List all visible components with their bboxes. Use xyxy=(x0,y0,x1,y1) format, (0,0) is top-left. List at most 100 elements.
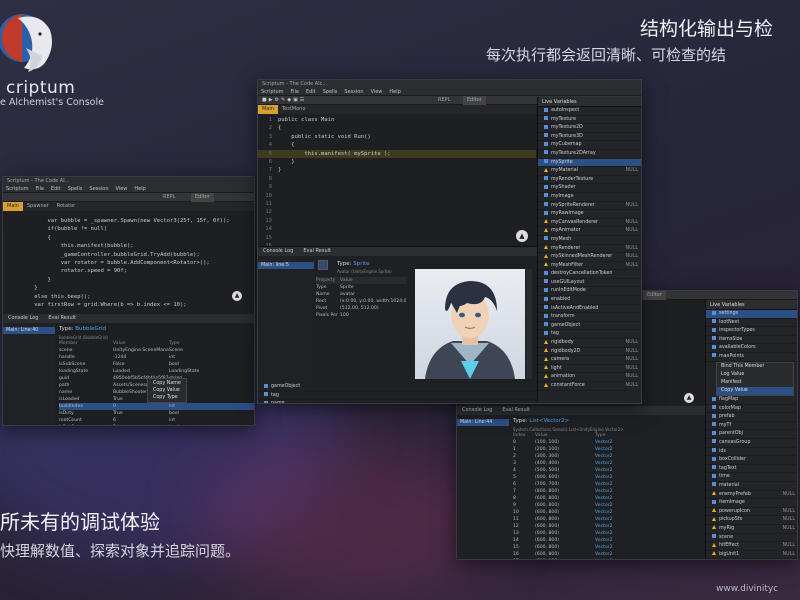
live-variable-item[interactable]: myMaterial NULL xyxy=(538,167,641,176)
live-variable-item[interactable]: autoInspect xyxy=(538,107,641,116)
tab-eval-result[interactable]: Eval Result xyxy=(298,247,336,256)
tab-eval-result[interactable]: Eval Result xyxy=(43,314,81,323)
live-variable-item[interactable]: runInEditMode xyxy=(538,287,641,297)
live-variable-item[interactable]: lootNext xyxy=(706,319,797,328)
table-row[interactable]: 8 (600, 800) Vector2 xyxy=(513,495,705,502)
live-variable-item[interactable]: rigidbody2D NULL xyxy=(538,348,641,357)
list-item[interactable]: tag xyxy=(258,392,537,401)
table-row[interactable]: 6 (700, 700) Vector2 xyxy=(513,481,705,488)
file-tab[interactable]: Rotator xyxy=(53,202,79,211)
tab-eval-result[interactable]: Eval Result xyxy=(497,406,535,415)
live-variable-item[interactable]: maxPoints xyxy=(706,353,797,362)
table-row[interactable]: Rect (x:0.00, y:0.00, width:1024.00, he xyxy=(316,298,406,305)
live-variable-item[interactable]: ids xyxy=(706,448,797,457)
result-entry[interactable]: Main: Line:44 xyxy=(457,419,509,426)
live-variable-item[interactable]: rigidbody NULL xyxy=(538,339,641,348)
live-variable-item[interactable]: transform xyxy=(538,313,641,322)
live-variable-item[interactable]: powerupIcon NULL xyxy=(706,508,797,517)
table-row[interactable]: 12 (600, 800) Vector2 xyxy=(513,523,705,530)
table-row[interactable]: loadingState Loaded LoadingState xyxy=(59,368,254,375)
live-variable-item[interactable]: animation NULL xyxy=(538,373,641,382)
list-item[interactable]: name xyxy=(258,400,537,403)
menu-item[interactable]: View xyxy=(371,89,383,95)
table-row[interactable]: 1 (200, 100) Vector2 xyxy=(513,446,705,453)
menu-item[interactable]: View xyxy=(116,186,128,192)
live-variable-item[interactable]: tagText xyxy=(706,465,797,474)
table-row[interactable]: 4 (500, 500) Vector2 xyxy=(513,467,705,474)
list-item[interactable]: gameObject xyxy=(258,383,537,392)
live-variable-item[interactable]: itemImage xyxy=(706,499,797,508)
live-variable-item[interactable]: flagMap xyxy=(706,396,797,405)
menu-item-manifest[interactable]: Manifest xyxy=(717,379,793,387)
menu-item[interactable]: Help xyxy=(389,89,400,95)
live-variable-item[interactable]: myTexture2D xyxy=(538,124,641,133)
file-tab[interactable]: Main xyxy=(258,105,278,114)
live-variable-item[interactable]: myRenderTexture xyxy=(538,176,641,185)
live-variable-item[interactable]: light NULL xyxy=(538,365,641,374)
live-variable-item[interactable]: hitEffect NULL xyxy=(706,542,797,551)
toolbar-icons[interactable]: ■▶⚙✎◆▣☰ xyxy=(262,96,306,105)
live-variable-item[interactable]: camera NULL xyxy=(538,356,641,365)
code-editor[interactable]: var bubble = _spawner.Spawn(new Vector3(… xyxy=(3,211,254,314)
result-entry[interactable]: Main: line:5 xyxy=(258,262,314,269)
live-variable-item[interactable]: myCubemap xyxy=(538,141,641,150)
live-variable-item[interactable]: parentObj xyxy=(706,430,797,439)
menu-item[interactable]: Edit xyxy=(51,186,61,192)
table-row[interactable]: Pixels Per 100 xyxy=(316,312,406,319)
file-tab[interactable]: Main xyxy=(3,202,23,211)
tab-editor[interactable]: Editor xyxy=(463,96,486,105)
menu-item[interactable]: Edit xyxy=(306,89,316,95)
table-row[interactable]: isSubSceneFalsebool xyxy=(59,424,254,425)
live-variable-item[interactable]: gameObject xyxy=(538,322,641,331)
menu-item-copy-value[interactable]: Copy Value xyxy=(153,387,181,394)
table-row[interactable]: 0 (100, 100) Vector2 xyxy=(513,439,705,446)
tab-repl[interactable]: REPL xyxy=(438,96,450,105)
menu-item[interactable]: Help xyxy=(134,186,145,192)
live-variable-item[interactable]: scene xyxy=(706,534,797,543)
tab-editor[interactable]: Editor xyxy=(643,291,666,300)
table-row[interactable]: 3 (400, 400) Vector2 xyxy=(513,460,705,467)
menu-item[interactable]: Scriptum xyxy=(6,186,29,192)
menu-item[interactable]: Spells xyxy=(323,89,338,95)
table-row[interactable]: 15 (600, 800) Vector2 xyxy=(513,544,705,551)
live-variable-item[interactable]: enabled xyxy=(538,296,641,305)
live-variable-item[interactable]: useGUILayout xyxy=(538,279,641,288)
table-row[interactable]: 14 (600, 800) Vector2 xyxy=(513,537,705,544)
menu-item-log-value[interactable]: Log Value xyxy=(717,371,793,379)
menu-item[interactable]: Scriptum xyxy=(261,89,284,95)
live-variable-item[interactable]: canvasGroup xyxy=(706,439,797,448)
table-row[interactable]: 2 (300, 300) Vector2 xyxy=(513,453,705,460)
tab-repl[interactable]: REPL xyxy=(163,193,175,202)
live-variable-item[interactable]: myRig NULL xyxy=(706,525,797,534)
live-variable-item[interactable]: tag xyxy=(538,330,641,340)
live-variable-item[interactable]: inspectorTypes xyxy=(706,327,797,336)
table-row[interactable]: 10 (600, 800) Vector2 xyxy=(513,509,705,516)
live-variable-item[interactable]: myTf xyxy=(706,422,797,431)
scrollbar[interactable] xyxy=(526,269,532,379)
live-variable-item[interactable]: mySpriteRenderer NULL xyxy=(538,202,641,211)
live-variable-item[interactable]: myMeshFilter NULL xyxy=(538,262,641,271)
menu-item[interactable]: File xyxy=(36,186,44,192)
table-row[interactable]: isDirty True bool xyxy=(59,410,254,417)
live-variable-item[interactable]: myTexture2DArray xyxy=(538,150,641,159)
live-variable-item[interactable]: myTexture3D xyxy=(538,133,641,142)
menu-item-copy-value[interactable]: Copy Value xyxy=(717,387,793,395)
live-variable-item[interactable]: myShader xyxy=(538,184,641,193)
table-row[interactable]: buildIndex 0 int xyxy=(59,403,254,410)
live-variable-item[interactable]: prefab xyxy=(706,413,797,422)
live-variable-item[interactable]: myRawImage xyxy=(538,210,641,219)
result-entry[interactable]: Main: Line:40 xyxy=(3,327,55,334)
live-variable-item[interactable]: availableColors xyxy=(706,344,797,353)
live-variable-item[interactable]: bigUnit2NULL xyxy=(706,559,798,560)
file-tab[interactable]: Spawner xyxy=(23,202,53,211)
live-variable-item[interactable]: myTexture xyxy=(538,116,641,125)
table-row[interactable]: rootCount 6 int xyxy=(59,417,254,424)
live-variable-item[interactable]: destroyCancellationToken xyxy=(538,270,641,279)
table-row[interactable]: 16 (600, 800) Vector2 xyxy=(513,551,705,558)
table-row[interactable]: Type Sprite xyxy=(316,284,406,291)
live-variable-item[interactable]: enemyPrefab NULL xyxy=(706,491,797,500)
live-variable-item[interactable]: myAnimator NULL xyxy=(538,227,641,236)
live-variable-item[interactable]: boxCollider xyxy=(706,456,797,465)
tab-console-log[interactable]: Console Log xyxy=(457,406,497,415)
live-variable-item[interactable]: material xyxy=(706,482,797,491)
